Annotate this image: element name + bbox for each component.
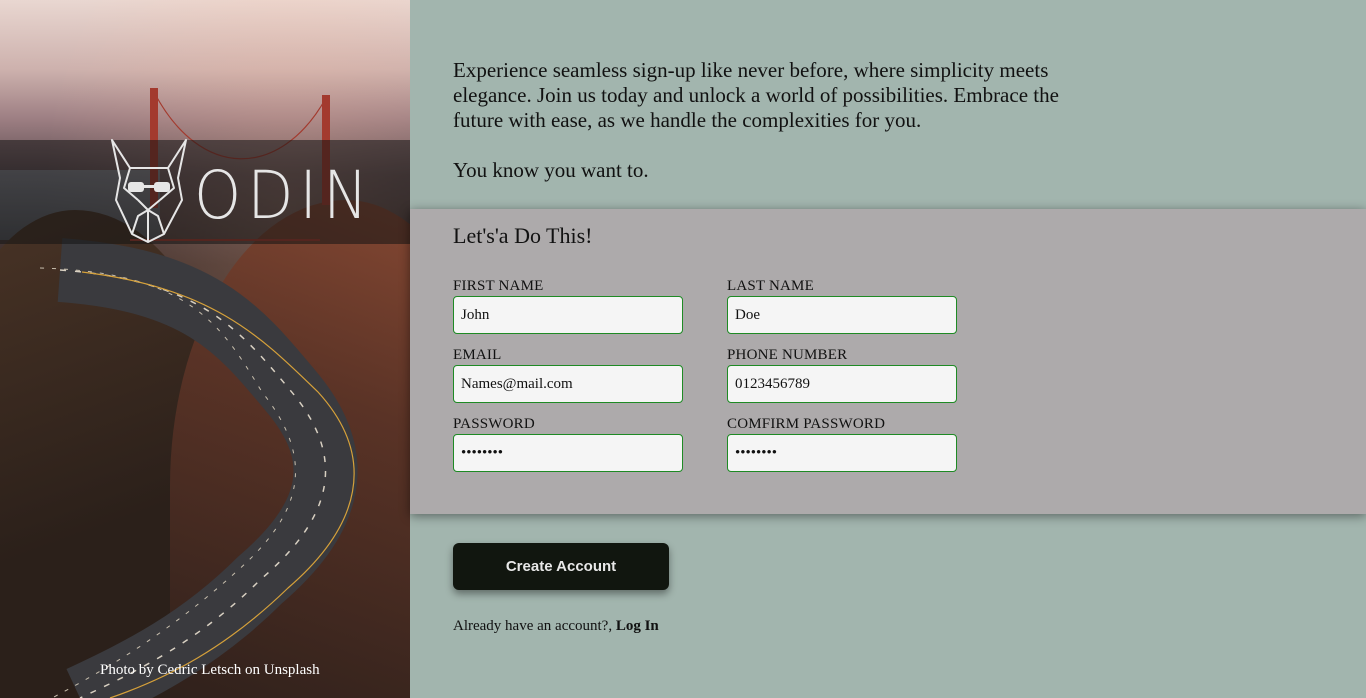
last-name-label: LAST NAME	[727, 278, 814, 294]
password-label: PASSWORD	[453, 416, 535, 432]
confirm-password-label: COMFIRM PASSWORD	[727, 416, 886, 432]
last-name-group: LAST NAME	[727, 278, 957, 334]
intro-text: Experience seamless sign-up like never b…	[453, 58, 1093, 208]
highway-illustration	[39, 91, 358, 698]
photo-credit: Photo by Cedric Letsch on Unsplash	[100, 662, 320, 679]
first-name-group: FIRST NAME	[453, 278, 683, 334]
credit-site-link[interactable]: Unsplash	[264, 662, 320, 678]
credit-prefix: Photo by	[100, 662, 158, 678]
form-title: Let's'a Do This!	[453, 223, 593, 248]
credit-middle: on	[241, 662, 264, 678]
signup-content: Experience seamless sign-up like never b…	[410, 0, 1366, 698]
login-prompt-text: Already have an account?,	[453, 618, 616, 634]
credit-author-link[interactable]: Cedric Letsch	[158, 662, 242, 678]
viking-dog-head-icon	[111, 139, 187, 243]
email-group: EMAIL	[453, 347, 683, 403]
phone-label: PHONE NUMBER	[727, 347, 848, 363]
confirm-password-group: COMFIRM PASSWORD	[727, 416, 957, 472]
confirm-password-input[interactable]	[727, 434, 957, 472]
first-name-label: FIRST NAME	[453, 278, 544, 294]
create-account-button[interactable]: Create Account	[453, 543, 669, 590]
password-group: PASSWORD	[453, 416, 683, 472]
intro-tagline: You know you want to.	[453, 158, 649, 182]
signup-form-panel: Let's'a Do This! FIRST NAME LAST NAME EM…	[410, 209, 1366, 514]
hero-image-panel: ODIN Photo by Cedric Letsch on Unsplash	[0, 0, 410, 698]
last-name-input[interactable]	[727, 296, 957, 334]
intro-paragraph: Experience seamless sign-up like never b…	[453, 58, 1059, 132]
login-prompt: Already have an account?, Log In	[453, 618, 659, 635]
logo-wordmark: ODIN	[194, 157, 375, 235]
login-link[interactable]: Log In	[616, 618, 659, 634]
brand-logo: ODIN	[108, 138, 374, 244]
password-input[interactable]	[453, 434, 683, 472]
first-name-input[interactable]	[453, 296, 683, 334]
email-label: EMAIL	[453, 347, 502, 363]
phone-group: PHONE NUMBER	[727, 347, 957, 403]
phone-input[interactable]	[727, 365, 957, 403]
email-input[interactable]	[453, 365, 683, 403]
